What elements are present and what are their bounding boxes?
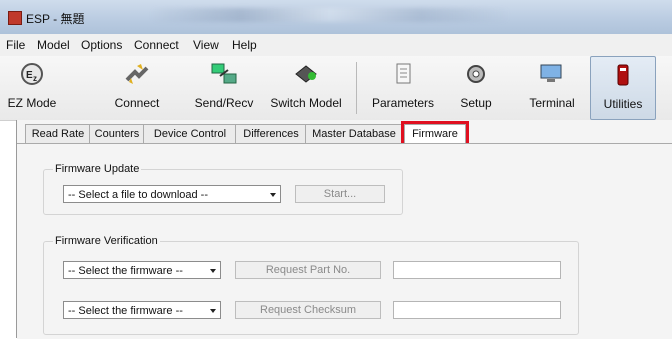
menu-bar: File Model Options Connect View Help xyxy=(0,34,672,57)
chevron-down-icon xyxy=(210,269,216,273)
menu-connect[interactable]: Connect xyxy=(134,38,179,52)
terminal-label: Terminal xyxy=(529,96,575,110)
tab-master-database[interactable]: Master Database xyxy=(305,124,403,143)
terminal-icon xyxy=(540,64,562,82)
menu-help[interactable]: Help xyxy=(232,38,257,52)
title-bar: ESP - 無題 xyxy=(0,0,672,34)
window-title: ESP - 無題 xyxy=(26,12,85,26)
setup-icon xyxy=(467,65,485,83)
firmware-select-part[interactable]: -- Select the firmware -- xyxy=(63,261,221,279)
utilities-icon xyxy=(617,64,629,86)
menu-view[interactable]: View xyxy=(193,38,219,52)
firmware-update-title: Firmware Update xyxy=(53,163,142,175)
utilities-button[interactable]: Utilities xyxy=(590,56,656,120)
toolbar-separator xyxy=(356,62,357,114)
terminal-button[interactable]: Terminal xyxy=(520,56,584,118)
parameters-label: Parameters xyxy=(371,96,435,110)
chevron-down-icon xyxy=(270,193,276,197)
toolbar: E z EZ Mode Connect Send/Recv Switch Mod… xyxy=(0,56,672,121)
svg-text:E: E xyxy=(26,70,33,81)
connect-label: Connect xyxy=(114,96,160,110)
connect-button[interactable]: Connect xyxy=(106,56,168,118)
main-content: Read Rate Counters Device Control Differ… xyxy=(16,120,672,339)
connect-icon xyxy=(125,64,149,84)
firmware-select-checksum-value: -- Select the firmware -- xyxy=(68,305,183,317)
send-recv-button[interactable]: Send/Recv xyxy=(188,56,260,118)
chevron-down-icon xyxy=(210,309,216,313)
svg-text:z: z xyxy=(33,74,37,83)
start-button[interactable]: Start... xyxy=(295,185,385,203)
firmware-page: Firmware Update -- Select a file to down… xyxy=(17,143,672,339)
blurred-title-area xyxy=(150,8,510,22)
utilities-label: Utilities xyxy=(603,97,643,111)
menu-model[interactable]: Model xyxy=(37,38,70,52)
switch-model-button[interactable]: Switch Model xyxy=(264,56,348,118)
switch-model-icon xyxy=(295,65,317,83)
download-file-select[interactable]: -- Select a file to download -- xyxy=(63,185,281,203)
menu-options[interactable]: Options xyxy=(81,38,122,52)
part-no-field xyxy=(393,261,561,279)
setup-button[interactable]: Setup xyxy=(452,56,500,118)
tab-read-rate[interactable]: Read Rate xyxy=(25,124,91,143)
ez-mode-label: EZ Mode xyxy=(7,96,57,110)
download-file-select-value: -- Select a file to download -- xyxy=(68,189,209,201)
request-part-no-button[interactable]: Request Part No. xyxy=(235,261,381,279)
firmware-select-part-value: -- Select the firmware -- xyxy=(68,265,183,277)
menu-file[interactable]: File xyxy=(6,38,25,52)
tab-counters[interactable]: Counters xyxy=(89,124,145,143)
checksum-field xyxy=(393,301,561,319)
parameters-button[interactable]: Parameters xyxy=(364,56,442,118)
request-checksum-button[interactable]: Request Checksum xyxy=(235,301,381,319)
switch-model-label: Switch Model xyxy=(270,96,342,110)
parameters-icon xyxy=(396,63,411,84)
firmware-verification-title: Firmware Verification xyxy=(53,235,160,247)
setup-label: Setup xyxy=(460,96,492,110)
tab-device-control[interactable]: Device Control xyxy=(143,124,237,143)
ez-mode-icon: E z xyxy=(21,63,43,85)
firmware-select-checksum[interactable]: -- Select the firmware -- xyxy=(63,301,221,319)
tab-differences[interactable]: Differences xyxy=(235,124,307,143)
send-recv-icon xyxy=(211,63,237,84)
ez-mode-button[interactable]: E z EZ Mode xyxy=(4,56,60,118)
send-recv-label: Send/Recv xyxy=(194,96,254,110)
app-icon xyxy=(8,11,22,25)
firmware-verification-group xyxy=(43,241,579,335)
